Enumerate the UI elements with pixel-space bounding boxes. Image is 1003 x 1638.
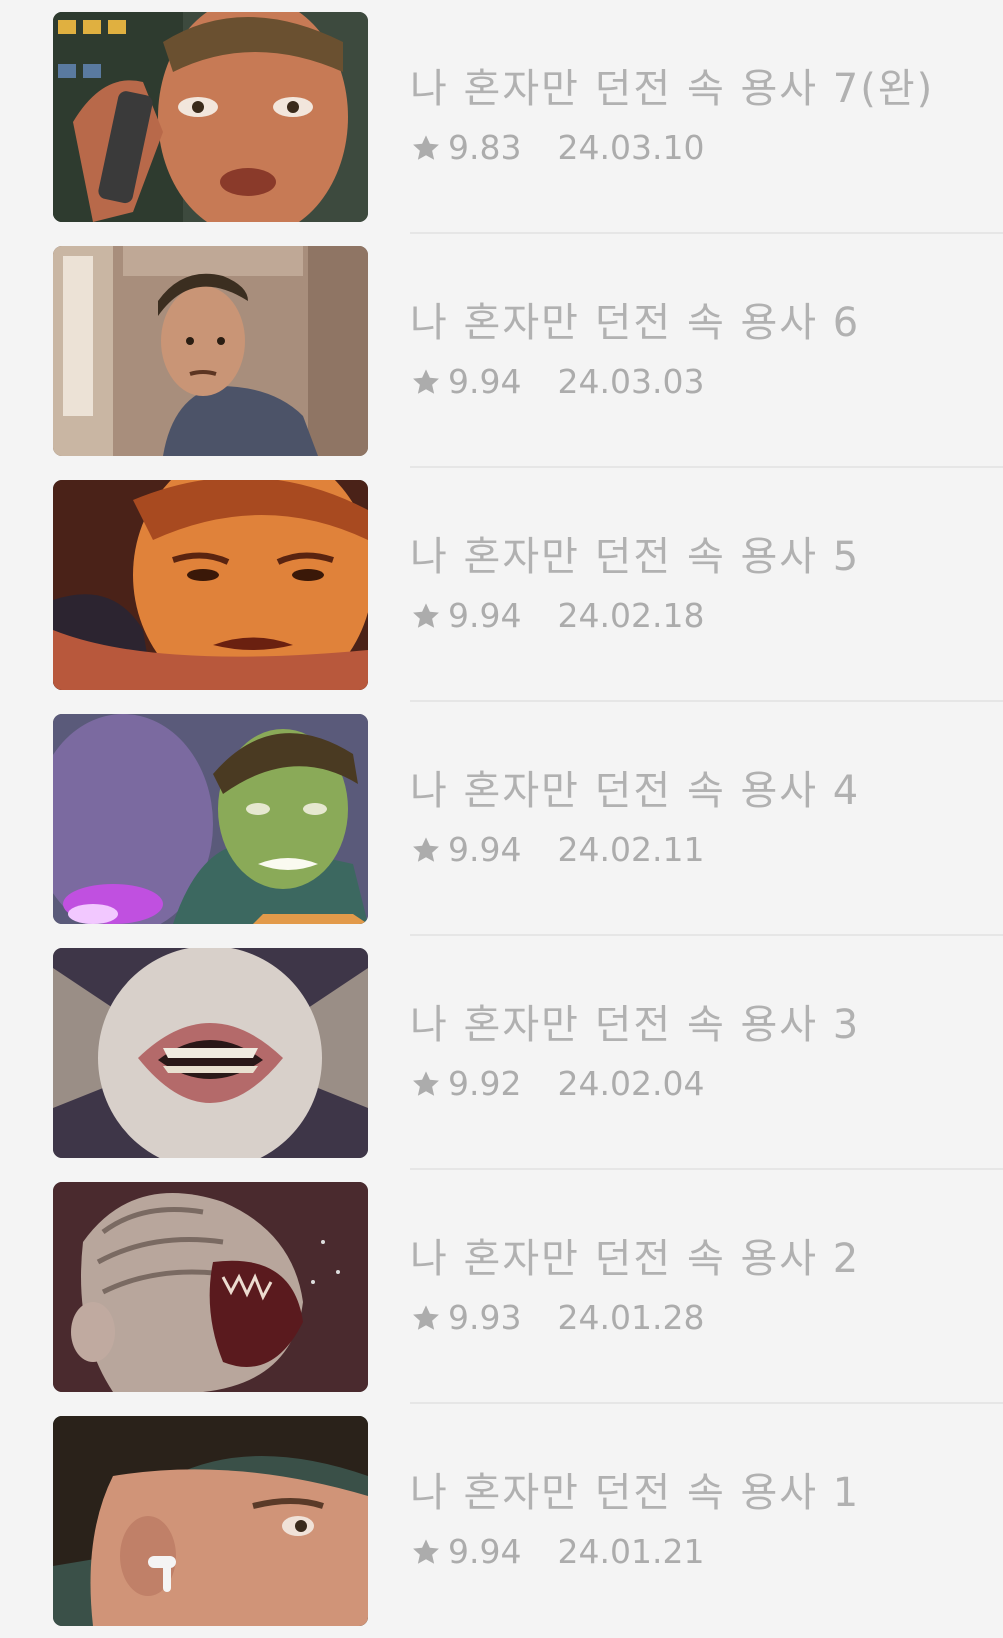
episode-row[interactable]: 나 혼자만 던전 속 용사 6 9.94 24.03.03 (0, 234, 1003, 468)
star-icon (410, 834, 442, 866)
episode-thumbnail[interactable] (53, 480, 368, 690)
episode-date: 24.01.28 (557, 1298, 705, 1337)
episode-info: 나 혼자만 던전 속 용사 3 9.92 24.02.04 (410, 936, 1003, 1170)
episode-meta: 9.94 24.01.21 (410, 1532, 704, 1571)
star-icon (410, 132, 442, 164)
episode-thumbnail[interactable] (53, 714, 368, 924)
episode-date: 24.01.21 (557, 1532, 705, 1571)
star-icon (410, 366, 442, 398)
episode-date: 24.02.04 (557, 1064, 705, 1103)
episode-title: 나 혼자만 던전 속 용사 7(완) (410, 66, 935, 112)
episode-meta: 9.83 24.03.10 (410, 128, 704, 167)
episode-meta: 9.94 24.03.03 (410, 362, 704, 401)
episode-meta: 9.94 24.02.11 (410, 830, 704, 869)
episode-date: 24.03.03 (557, 362, 705, 401)
episode-thumbnail[interactable] (53, 1416, 368, 1626)
episode-meta: 9.92 24.02.04 (410, 1064, 704, 1103)
episode-thumbnail[interactable] (53, 948, 368, 1158)
episode-title: 나 혼자만 던전 속 용사 1 (410, 1470, 861, 1516)
episode-title: 나 혼자만 던전 속 용사 3 (410, 1002, 861, 1048)
episode-info: 나 혼자만 던전 속 용사 7(완) 9.83 24.03.10 (410, 0, 1003, 234)
episode-date: 24.03.10 (557, 128, 705, 167)
episode-rating: 9.83 (448, 128, 522, 167)
episode-row[interactable]: 나 혼자만 던전 속 용사 4 9.94 24.02.11 (0, 702, 1003, 936)
episode-row[interactable]: 나 혼자만 던전 속 용사 2 9.93 24.01.28 (0, 1170, 1003, 1404)
episode-rating: 9.94 (448, 596, 522, 635)
episode-thumbnail[interactable] (53, 12, 368, 222)
star-icon (410, 1068, 442, 1100)
episode-date: 24.02.11 (557, 830, 705, 869)
episode-thumbnail[interactable] (53, 1182, 368, 1392)
episode-rating: 9.94 (448, 830, 522, 869)
episode-row[interactable]: 나 혼자만 던전 속 용사 5 9.94 24.02.18 (0, 468, 1003, 702)
episode-rating: 9.94 (448, 362, 522, 401)
episode-thumbnail[interactable] (53, 246, 368, 456)
episode-row[interactable]: 나 혼자만 던전 속 용사 1 9.94 24.01.21 (0, 1404, 1003, 1638)
episode-rating: 9.94 (448, 1532, 522, 1571)
episode-row[interactable]: 나 혼자만 던전 속 용사 3 9.92 24.02.04 (0, 936, 1003, 1170)
episode-info: 나 혼자만 던전 속 용사 5 9.94 24.02.18 (410, 468, 1003, 702)
episode-info: 나 혼자만 던전 속 용사 2 9.93 24.01.28 (410, 1170, 1003, 1404)
episode-title: 나 혼자만 던전 속 용사 2 (410, 1236, 861, 1282)
episode-meta: 9.93 24.01.28 (410, 1298, 704, 1337)
episode-rating: 9.93 (448, 1298, 522, 1337)
episode-row[interactable]: 나 혼자만 던전 속 용사 7(완) 9.83 24.03.10 (0, 0, 1003, 234)
episode-list: 나 혼자만 던전 속 용사 7(완) 9.83 24.03.10 나 혼자만 던… (0, 0, 1003, 1638)
episode-info: 나 혼자만 던전 속 용사 6 9.94 24.03.03 (410, 234, 1003, 468)
episode-title: 나 혼자만 던전 속 용사 5 (410, 534, 861, 580)
episode-rating: 9.92 (448, 1064, 522, 1103)
episode-info: 나 혼자만 던전 속 용사 1 9.94 24.01.21 (410, 1404, 1003, 1638)
episode-title: 나 혼자만 던전 속 용사 4 (410, 768, 861, 814)
star-icon (410, 600, 442, 632)
episode-date: 24.02.18 (557, 596, 705, 635)
star-icon (410, 1536, 442, 1568)
episode-title: 나 혼자만 던전 속 용사 6 (410, 300, 861, 346)
episode-info: 나 혼자만 던전 속 용사 4 9.94 24.02.11 (410, 702, 1003, 936)
star-icon (410, 1302, 442, 1334)
episode-meta: 9.94 24.02.18 (410, 596, 704, 635)
